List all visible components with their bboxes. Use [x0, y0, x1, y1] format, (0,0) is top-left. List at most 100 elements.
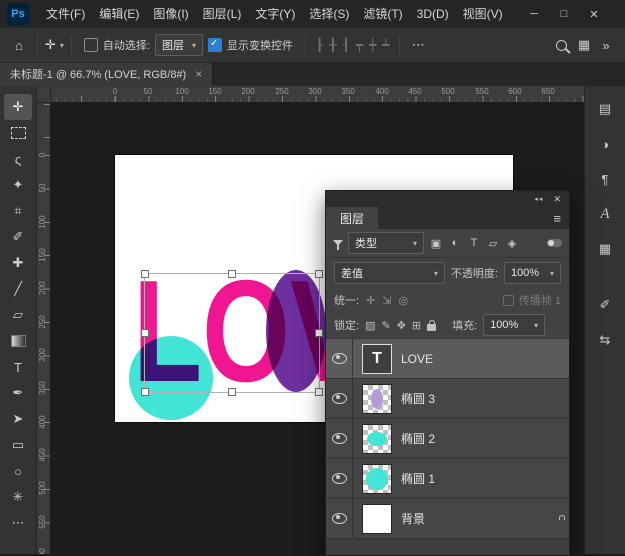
filter-pixel-layers-icon[interactable]: ▣	[429, 237, 443, 250]
background-layer-thumbnail[interactable]	[362, 504, 392, 534]
layer-name[interactable]: 椭圆 1	[401, 470, 435, 487]
eraser-tool[interactable]: ▱	[4, 302, 32, 328]
menu-edit[interactable]: 编辑(E)	[92, 0, 146, 28]
layer-name[interactable]: 背景	[401, 510, 425, 527]
layer-name[interactable]: 椭圆 2	[401, 430, 435, 447]
show-transform-controls-checkbox[interactable]	[208, 38, 222, 52]
layer-visibility-toggle[interactable]	[326, 339, 353, 378]
layer-visibility-toggle[interactable]	[326, 499, 353, 538]
layers-tab[interactable]: 图层	[326, 207, 378, 229]
align-right-icon[interactable]: ┨	[342, 38, 349, 52]
shape-layer-thumbnail[interactable]	[362, 424, 392, 454]
layer-visibility-toggle[interactable]	[326, 379, 353, 418]
layer-row-background[interactable]: 背景	[326, 499, 569, 539]
crop-tool[interactable]: ⌗	[4, 198, 32, 224]
unify-visibility-icon[interactable]: ◎	[399, 294, 409, 307]
propagate-frame-checkbox[interactable]	[503, 295, 514, 306]
custom-shape-tool[interactable]: ✳	[4, 484, 32, 510]
magic-wand-tool[interactable]: ✦	[4, 172, 32, 198]
color-panel-icon[interactable]: ◑	[593, 133, 617, 155]
transform-handle-nw[interactable]	[141, 270, 149, 278]
minimize-button[interactable]: ─	[519, 0, 549, 28]
layer-row-love[interactable]: T LOVE	[326, 339, 569, 379]
menu-layer[interactable]: 图层(L)	[196, 0, 249, 28]
eyedropper-tool[interactable]: ✐	[4, 224, 32, 250]
transform-handle-w[interactable]	[141, 329, 149, 337]
align-center-horizontal-icon[interactable]: ╂	[329, 38, 336, 52]
current-tool-preset[interactable]: ✛ ▾	[45, 37, 64, 53]
character-panel-icon[interactable]: A	[593, 203, 617, 225]
auto-select-checkbox[interactable]	[84, 38, 98, 52]
layer-name[interactable]: 椭圆 3	[401, 390, 435, 407]
document-tab[interactable]: 未标题-1 @ 66.7% (LOVE, RGB/8#) ×	[0, 62, 213, 86]
chevron-right-icon[interactable]: »	[597, 38, 615, 53]
menu-filter[interactable]: 滤镜(T)	[356, 0, 409, 28]
lock-all-icon[interactable]	[427, 324, 436, 331]
rectangular-marquee-tool[interactable]	[4, 120, 32, 146]
brush-settings-panel-icon[interactable]: ✐	[593, 294, 617, 316]
text-layer-thumbnail[interactable]: T	[362, 344, 392, 374]
pen-tool[interactable]: ✒	[4, 380, 32, 406]
lock-artboard-icon[interactable]: ⊞	[412, 319, 421, 332]
search-icon[interactable]	[556, 40, 567, 51]
layer-row-ellipse-1[interactable]: 椭圆 1	[326, 459, 569, 499]
maximize-button[interactable]: □	[549, 0, 579, 28]
lock-position-icon[interactable]: ✥	[397, 319, 406, 332]
unify-position-icon[interactable]: ✛	[366, 294, 375, 307]
menu-type[interactable]: 文字(Y)	[248, 0, 302, 28]
lasso-tool[interactable]: ς	[4, 146, 32, 172]
vertical-ruler[interactable]: 0 50 100 150 200 250 300 350 400 450 500…	[36, 102, 51, 554]
collapse-panel-icon[interactable]: ◂◂	[534, 195, 543, 203]
close-panel-icon[interactable]: ✕	[553, 194, 561, 205]
menu-image[interactable]: 图像(I)	[146, 0, 195, 28]
layer-name[interactable]: LOVE	[401, 352, 433, 366]
menu-view[interactable]: 视图(V)	[456, 0, 510, 28]
filter-type-layers-icon[interactable]: T	[467, 237, 481, 249]
shape-layer-thumbnail[interactable]	[362, 464, 392, 494]
lock-image-pixels-icon[interactable]: ✎	[381, 319, 390, 332]
align-bottom-icon[interactable]: ┷	[382, 38, 389, 52]
auto-select-target-dropdown[interactable]: 图层 ▾	[155, 34, 203, 56]
transform-handle-s[interactable]	[228, 388, 236, 396]
lock-transparent-pixels-icon[interactable]: ▨	[365, 319, 375, 332]
layer-row-ellipse-3[interactable]: 椭圆 3	[326, 379, 569, 419]
shape-layer-thumbnail[interactable]	[362, 384, 392, 414]
menu-file[interactable]: 文件(F)	[39, 0, 92, 28]
transform-handle-se[interactable]	[315, 388, 323, 396]
transform-handle-ne[interactable]	[315, 270, 323, 278]
menu-select[interactable]: 选择(S)	[302, 0, 356, 28]
filter-smart-objects-icon[interactable]: ◈	[505, 237, 519, 250]
history-panel-icon[interactable]: ▤	[593, 98, 617, 120]
ellipse-tool[interactable]: ○	[4, 458, 32, 484]
align-left-icon[interactable]: ┠	[316, 38, 323, 52]
gradient-tool[interactable]	[4, 328, 32, 354]
home-icon[interactable]: ⌂	[10, 38, 28, 53]
patterns-panel-icon[interactable]: ▦	[593, 238, 617, 260]
layer-filtering-toggle[interactable]	[547, 239, 562, 247]
edit-toolbar-button[interactable]: ⋯	[4, 510, 32, 536]
filter-adjustment-layers-icon[interactable]: ◐	[448, 237, 462, 249]
filter-kind-dropdown[interactable]: 类型 ▾	[348, 232, 424, 254]
rectangle-tool[interactable]: ▭	[4, 432, 32, 458]
align-top-icon[interactable]: ┯	[356, 38, 363, 52]
panel-menu-icon[interactable]: ≡	[553, 211, 561, 226]
tab-close-icon[interactable]: ×	[195, 67, 202, 81]
layer-row-ellipse-2[interactable]: 椭圆 2	[326, 419, 569, 459]
blend-mode-dropdown[interactable]: 差值 ▾	[334, 262, 445, 284]
more-align-options-icon[interactable]: ⋯	[409, 37, 427, 53]
layer-visibility-toggle[interactable]	[326, 419, 353, 458]
horizontal-ruler[interactable]: 0 50 100 150 200 250 300 350 400 450 500…	[50, 86, 585, 103]
workspace-switcher-icon[interactable]: ▦	[575, 37, 593, 53]
close-button[interactable]: ✕	[579, 0, 609, 28]
move-tool[interactable]: ✛	[4, 94, 32, 120]
unify-scale-icon[interactable]: ⇲	[382, 294, 391, 307]
type-tool[interactable]: T	[4, 354, 32, 380]
properties-panel-icon[interactable]: ⇆	[593, 329, 617, 351]
align-middle-vertical-icon[interactable]: ┿	[369, 38, 376, 52]
filter-shape-layers-icon[interactable]: ▱	[486, 237, 500, 250]
healing-brush-tool[interactable]: ✚	[4, 250, 32, 276]
paragraph-panel-icon[interactable]: ¶	[593, 168, 617, 190]
transform-handle-e[interactable]	[315, 329, 323, 337]
transform-selection-box[interactable]	[144, 273, 320, 393]
opacity-dropdown[interactable]: 100% ▾	[504, 262, 561, 284]
